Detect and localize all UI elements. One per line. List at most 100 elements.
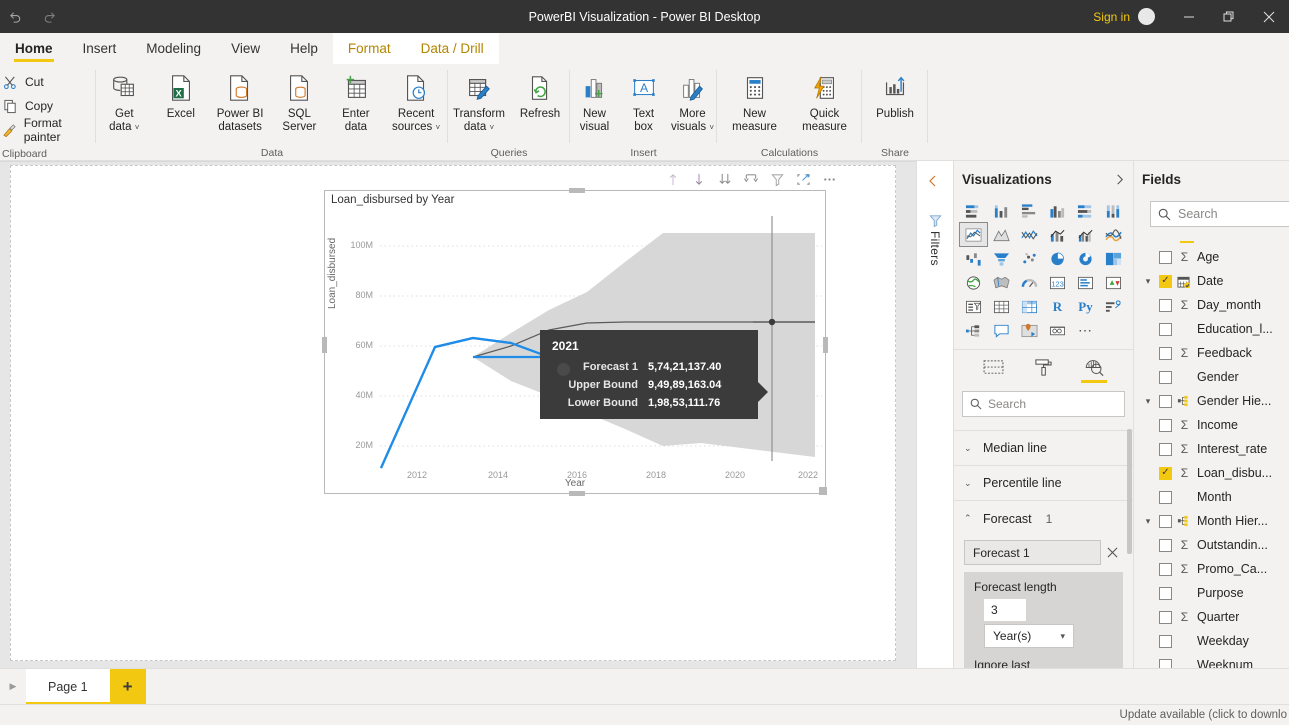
quick-measure-button[interactable]: Quick measure xyxy=(790,68,860,134)
field-checkbox[interactable] xyxy=(1159,251,1172,264)
field-checkbox[interactable] xyxy=(1159,539,1172,552)
forecast-length-unit-select[interactable]: Year(s) ▾ xyxy=(984,624,1074,648)
100-stacked-column-chart-icon[interactable] xyxy=(1100,199,1127,222)
analytics-search-input[interactable]: Search xyxy=(962,391,1125,417)
tab-insert[interactable]: Insert xyxy=(68,33,132,64)
add-page-button[interactable]: + xyxy=(110,669,146,705)
r-script-visual-icon[interactable]: R xyxy=(1044,295,1071,318)
minimize-button[interactable] xyxy=(1169,0,1209,33)
line-clustered-column-chart-icon[interactable] xyxy=(1072,223,1099,246)
drill-down-icon[interactable] xyxy=(689,170,709,188)
field-checkbox[interactable] xyxy=(1159,611,1172,624)
stacked-column-chart-icon[interactable] xyxy=(988,199,1015,222)
field-row-outstanding[interactable]: Σ Outstandin... xyxy=(1134,533,1289,557)
field-row-month-hierarchy[interactable]: ▾ Month Hier... xyxy=(1134,509,1289,533)
close-button[interactable] xyxy=(1249,0,1289,33)
field-checkbox[interactable] xyxy=(1159,563,1172,576)
fields-pane-icon[interactable] xyxy=(976,353,1010,383)
chevron-down-icon[interactable]: ▾ xyxy=(1142,396,1154,407)
field-checkbox[interactable] xyxy=(1159,491,1172,504)
copy-button[interactable]: Copy xyxy=(2,94,96,118)
line-stacked-column-chart-icon[interactable] xyxy=(1044,223,1071,246)
field-checkbox[interactable] xyxy=(1159,395,1172,408)
drill-up-icon[interactable] xyxy=(663,170,683,188)
clustered-bar-chart-icon[interactable] xyxy=(1016,199,1043,222)
report-page[interactable]: Loan_disbursed by Year xyxy=(10,165,896,661)
update-available-message[interactable]: Update available (click to downlo xyxy=(1120,709,1287,721)
table-icon[interactable] xyxy=(988,295,1015,318)
tab-data-drill[interactable]: Data / Drill xyxy=(406,33,499,64)
expand-all-icon[interactable] xyxy=(715,170,735,188)
page-tab-page-1[interactable]: Page 1 xyxy=(26,669,110,705)
stacked-area-chart-icon[interactable] xyxy=(1016,223,1043,246)
field-row-date[interactable]: ▾ Date xyxy=(1134,269,1289,293)
field-checkbox[interactable] xyxy=(1159,299,1172,312)
field-row-purpose[interactable]: Purpose xyxy=(1134,581,1289,605)
multi-row-card-icon[interactable] xyxy=(1072,271,1099,294)
field-checkbox[interactable] xyxy=(1159,587,1172,600)
field-checkbox[interactable] xyxy=(1159,371,1172,384)
chevron-down-icon[interactable]: ▾ xyxy=(1142,276,1154,287)
tab-view[interactable]: View xyxy=(216,33,275,64)
line-chart-visual[interactable]: Loan_disbursed by Year xyxy=(324,190,826,494)
kpi-icon[interactable] xyxy=(1100,271,1127,294)
matrix-icon[interactable] xyxy=(1016,295,1043,318)
field-row-education-level[interactable]: Education_l... xyxy=(1134,317,1289,341)
sign-in-link[interactable]: Sign in xyxy=(1085,10,1138,24)
donut-chart-icon[interactable] xyxy=(1072,247,1099,270)
more-visuals-button[interactable]: More visuals ˅ xyxy=(668,68,717,134)
field-row-loan-disbursed[interactable]: Σ Loan_disbu... xyxy=(1134,461,1289,485)
field-checkbox[interactable] xyxy=(1159,347,1172,360)
treemap-icon[interactable] xyxy=(1100,247,1127,270)
publish-button[interactable]: Publish xyxy=(864,68,926,121)
transform-data-button[interactable]: Transform data ˅ xyxy=(448,68,510,134)
scatter-chart-icon[interactable] xyxy=(1016,247,1043,270)
ribbon-chart-icon[interactable] xyxy=(1100,223,1127,246)
field-row-day-month[interactable]: Σ Day_month xyxy=(1134,293,1289,317)
field-checkbox[interactable] xyxy=(1159,467,1172,480)
refresh-button[interactable]: Refresh xyxy=(510,68,570,121)
python-visual-icon[interactable]: Py xyxy=(1072,295,1099,318)
enter-data-button[interactable]: Enter data xyxy=(328,68,385,134)
tab-help[interactable]: Help xyxy=(275,33,333,64)
arcgis-map-icon[interactable] xyxy=(1016,319,1043,342)
clustered-column-chart-icon[interactable] xyxy=(1044,199,1071,222)
filled-map-icon[interactable] xyxy=(988,271,1015,294)
field-row-interest-rate[interactable]: Σ Interest_rate xyxy=(1134,437,1289,461)
cut-button[interactable]: Cut xyxy=(2,70,96,94)
filters-pane-collapsed[interactable]: Filters xyxy=(916,161,954,704)
tab-home[interactable]: Home xyxy=(0,33,68,64)
forecast-length-input[interactable]: 3 xyxy=(984,599,1026,621)
paginated-report-icon[interactable] xyxy=(1044,319,1071,342)
format-paint-roller-icon[interactable] xyxy=(1026,353,1060,383)
get-data-button[interactable]: Get data ˅ xyxy=(96,68,153,134)
analytics-item-forecast[interactable]: ⌃ Forecast 1 xyxy=(954,501,1133,536)
filter-icon[interactable] xyxy=(767,170,787,188)
waterfall-chart-icon[interactable] xyxy=(960,247,987,270)
recent-sources-button[interactable]: Recent sources ˅ xyxy=(384,68,448,134)
100-stacked-bar-chart-icon[interactable] xyxy=(1072,199,1099,222)
new-measure-button[interactable]: New measure xyxy=(720,68,790,134)
more-visuals-ellipsis-icon[interactable]: ⋯ xyxy=(1072,319,1099,342)
funnel-chart-icon[interactable] xyxy=(988,247,1015,270)
redo-icon[interactable] xyxy=(38,6,60,28)
tab-modeling[interactable]: Modeling xyxy=(131,33,216,64)
avatar[interactable] xyxy=(1138,8,1155,25)
qna-icon[interactable] xyxy=(988,319,1015,342)
pie-chart-icon[interactable] xyxy=(1044,247,1071,270)
area-chart-icon[interactable] xyxy=(988,223,1015,246)
field-row-feedback[interactable]: Σ Feedback xyxy=(1134,341,1289,365)
close-x-icon[interactable] xyxy=(1107,547,1123,558)
excel-button[interactable]: X Excel xyxy=(153,68,210,121)
restore-button[interactable] xyxy=(1209,0,1249,33)
undo-icon[interactable] xyxy=(4,6,26,28)
format-painter-button[interactable]: Format painter xyxy=(2,118,96,142)
field-checkbox[interactable] xyxy=(1159,323,1172,336)
field-checkbox[interactable] xyxy=(1159,635,1172,648)
text-box-button[interactable]: A Text box xyxy=(619,68,668,134)
field-row-income[interactable]: Σ Income xyxy=(1134,413,1289,437)
field-row-gender-hierarchy[interactable]: ▾ Gender Hie... xyxy=(1134,389,1289,413)
sql-server-button[interactable]: SQL Server xyxy=(271,68,328,134)
new-visual-button[interactable]: New visual xyxy=(570,68,619,134)
powerbi-datasets-button[interactable]: Power BI datasets xyxy=(209,68,271,134)
